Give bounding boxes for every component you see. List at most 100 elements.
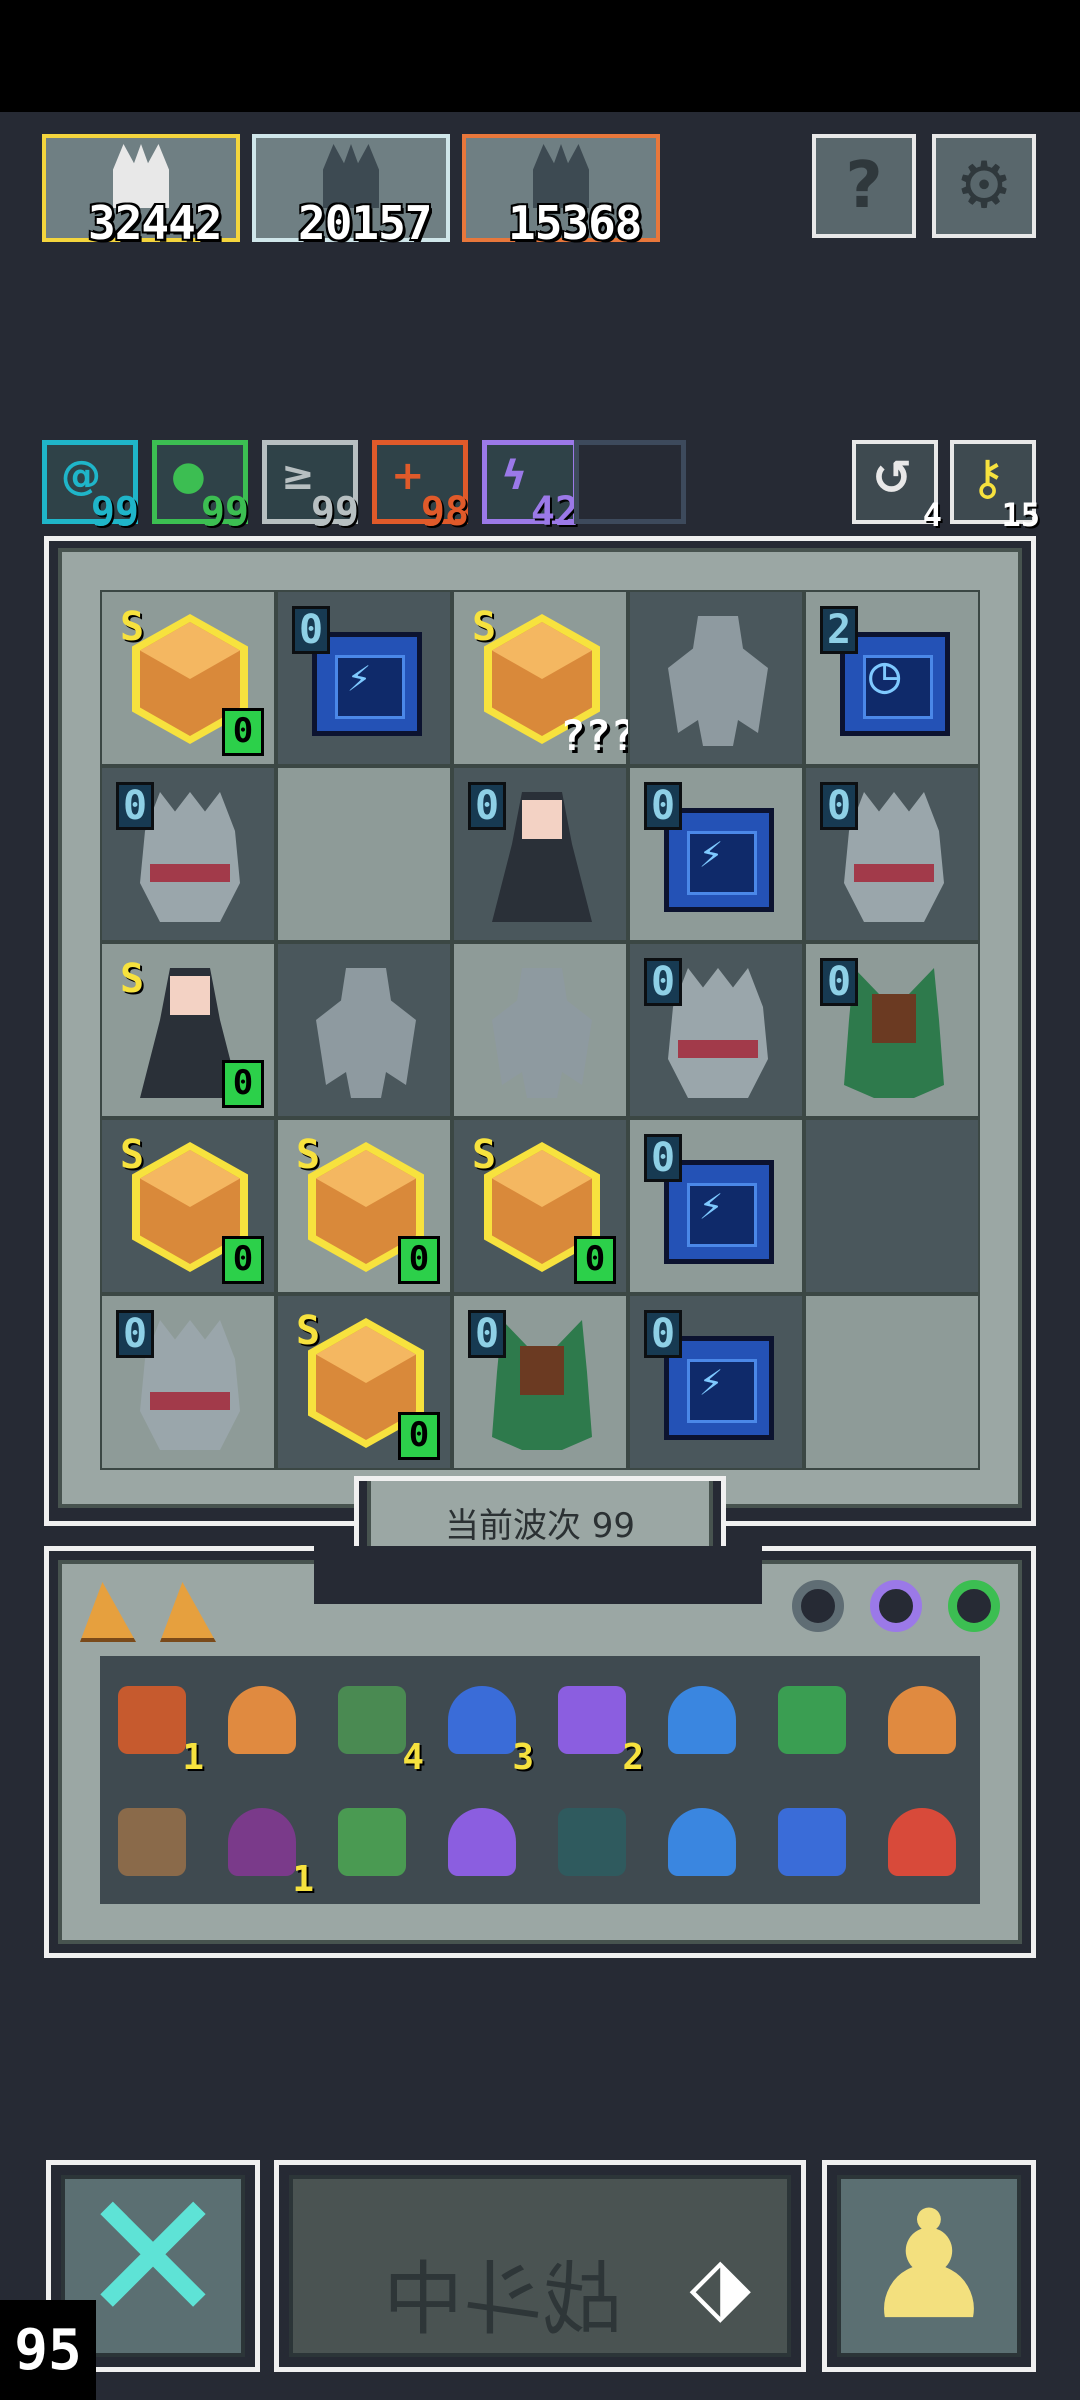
level-badge: S [120,956,145,1002]
board-cell[interactable] [628,590,804,766]
unknown-label: ??? [560,711,636,760]
board-cell[interactable]: 2 [804,590,980,766]
level-badge: 0 [644,1134,683,1182]
wing-icon: ≥ [281,453,315,499]
inventory-item[interactable] [104,1794,200,1890]
inventory-item[interactable] [874,1672,970,1768]
board-cell[interactable] [452,942,628,1118]
purple-ring-icon[interactable] [870,1580,922,1632]
board-cell[interactable]: 0 [628,942,804,1118]
board-cell[interactable]: S0 [100,590,276,766]
level-badge: S [296,1132,321,1178]
board-cell[interactable] [276,766,452,942]
level-badge: S [120,1132,145,1178]
board-cell[interactable]: S0 [452,1118,628,1294]
battle-button[interactable]: 战斗中 ⬗ [274,2160,806,2372]
wave-label: 当前波次 99 [444,1505,636,1546]
inventory-grid: 1 4 3 2 1 [100,1656,980,1904]
board-cell[interactable]: 0 [804,766,980,942]
board-cell[interactable]: 0 [452,766,628,942]
board-cell[interactable]: 0 [628,1294,804,1470]
witch-monster-icon [492,792,592,922]
resource-count: 98 [420,489,469,535]
inventory-item[interactable]: 1 [104,1672,204,1778]
board-cell[interactable] [276,942,452,1118]
level-badge: 0 [116,782,155,830]
crossed-swords-icon: ✕ [77,2153,229,2363]
board-cell[interactable]: 0 [276,590,452,766]
board-cell[interactable]: S0 [276,1294,452,1470]
bell-icon [558,1808,626,1876]
item-count: 3 [512,1737,534,1778]
stack-badge: 0 [222,708,264,756]
board-cell[interactable] [804,1118,980,1294]
resource-slot-empty [574,440,686,524]
knight-monster-icon [844,792,944,922]
help-button[interactable]: ? [812,134,916,238]
stack-badge: 0 [398,1412,440,1460]
level-badge: 0 [820,782,859,830]
level-badge: 0 [644,782,683,830]
lantern-icon [118,1686,186,1754]
inventory-item[interactable]: 3 [434,1672,534,1778]
refresh-button[interactable]: ↺ 4 [852,440,942,534]
level-badge: 0 [468,1310,507,1358]
potion-icon [558,1686,626,1754]
board-cell[interactable]: 0 [100,1294,276,1470]
summon-button[interactable]: ♟ [822,2160,1036,2372]
armor-icon [228,1686,296,1754]
board-cell[interactable]: 0 [628,1118,804,1294]
score-1: 32442 [88,196,222,250]
inventory-item[interactable] [874,1794,970,1890]
water-rune-icon [778,1808,846,1876]
droplet-icon [668,1808,736,1876]
level-badge: 0 [116,1310,155,1358]
resource-count: 42 [530,489,579,535]
inventory-item[interactable] [214,1672,310,1768]
level-badge: 0 [644,1310,683,1358]
fire-icon: + [391,453,425,499]
inventory-item[interactable]: 1 [214,1794,314,1900]
stone-monster-icon [492,968,592,1098]
gear-icon: ⚙ [955,149,1013,223]
inventory-item[interactable] [544,1794,640,1890]
level-badge: 0 [644,958,683,1006]
board-cell[interactable]: 0 [100,766,276,942]
inventory-item[interactable] [764,1794,860,1890]
helmet-ring-icon[interactable] [792,1580,844,1632]
board-cell[interactable]: 0 [804,942,980,1118]
board-cell[interactable]: 0 [452,1294,628,1470]
level-badge: S [120,604,145,650]
resource-spiral: @99 [42,440,139,535]
fast-forward-icon: ⬗ [689,2239,751,2332]
inventory-item[interactable] [764,1672,860,1768]
board-cell[interactable] [804,1294,980,1470]
inventory-item[interactable] [654,1672,750,1768]
board-grid: S00S???20000S000S0S0S000S000 [100,590,980,1470]
level-badge: S [472,604,497,650]
inventory-item[interactable] [434,1794,530,1890]
board-cell[interactable]: S0 [276,1118,452,1294]
ogre-monster-icon [844,968,944,1098]
board-cell[interactable]: S0 [100,942,276,1118]
item-count: 1 [182,1737,204,1778]
status-bar [0,0,1080,112]
board-cell[interactable]: S??? [452,590,636,766]
stack-badge: 0 [222,1236,264,1284]
stack-badge: 0 [398,1236,440,1284]
board-cell[interactable]: S0 [100,1118,276,1294]
arrow-icon [888,1808,956,1876]
settings-button[interactable]: ⚙ [932,134,1036,238]
fps-counter: 95 [0,2300,96,2400]
inventory-item[interactable] [324,1794,420,1890]
inventory-item[interactable]: 2 [544,1672,644,1778]
key-button[interactable]: ⚷ 15 [950,440,1040,534]
green-ring-icon[interactable] [948,1580,1000,1632]
axe-icon [888,1686,956,1754]
resource-lightning: ϟ 42 [482,440,579,535]
mimic-chest-icon [338,1808,406,1876]
inventory-item[interactable]: 4 [324,1672,424,1778]
inventory-item[interactable] [654,1794,750,1890]
board-cell[interactable]: 0 [628,766,804,942]
scepter-icon [448,1808,516,1876]
